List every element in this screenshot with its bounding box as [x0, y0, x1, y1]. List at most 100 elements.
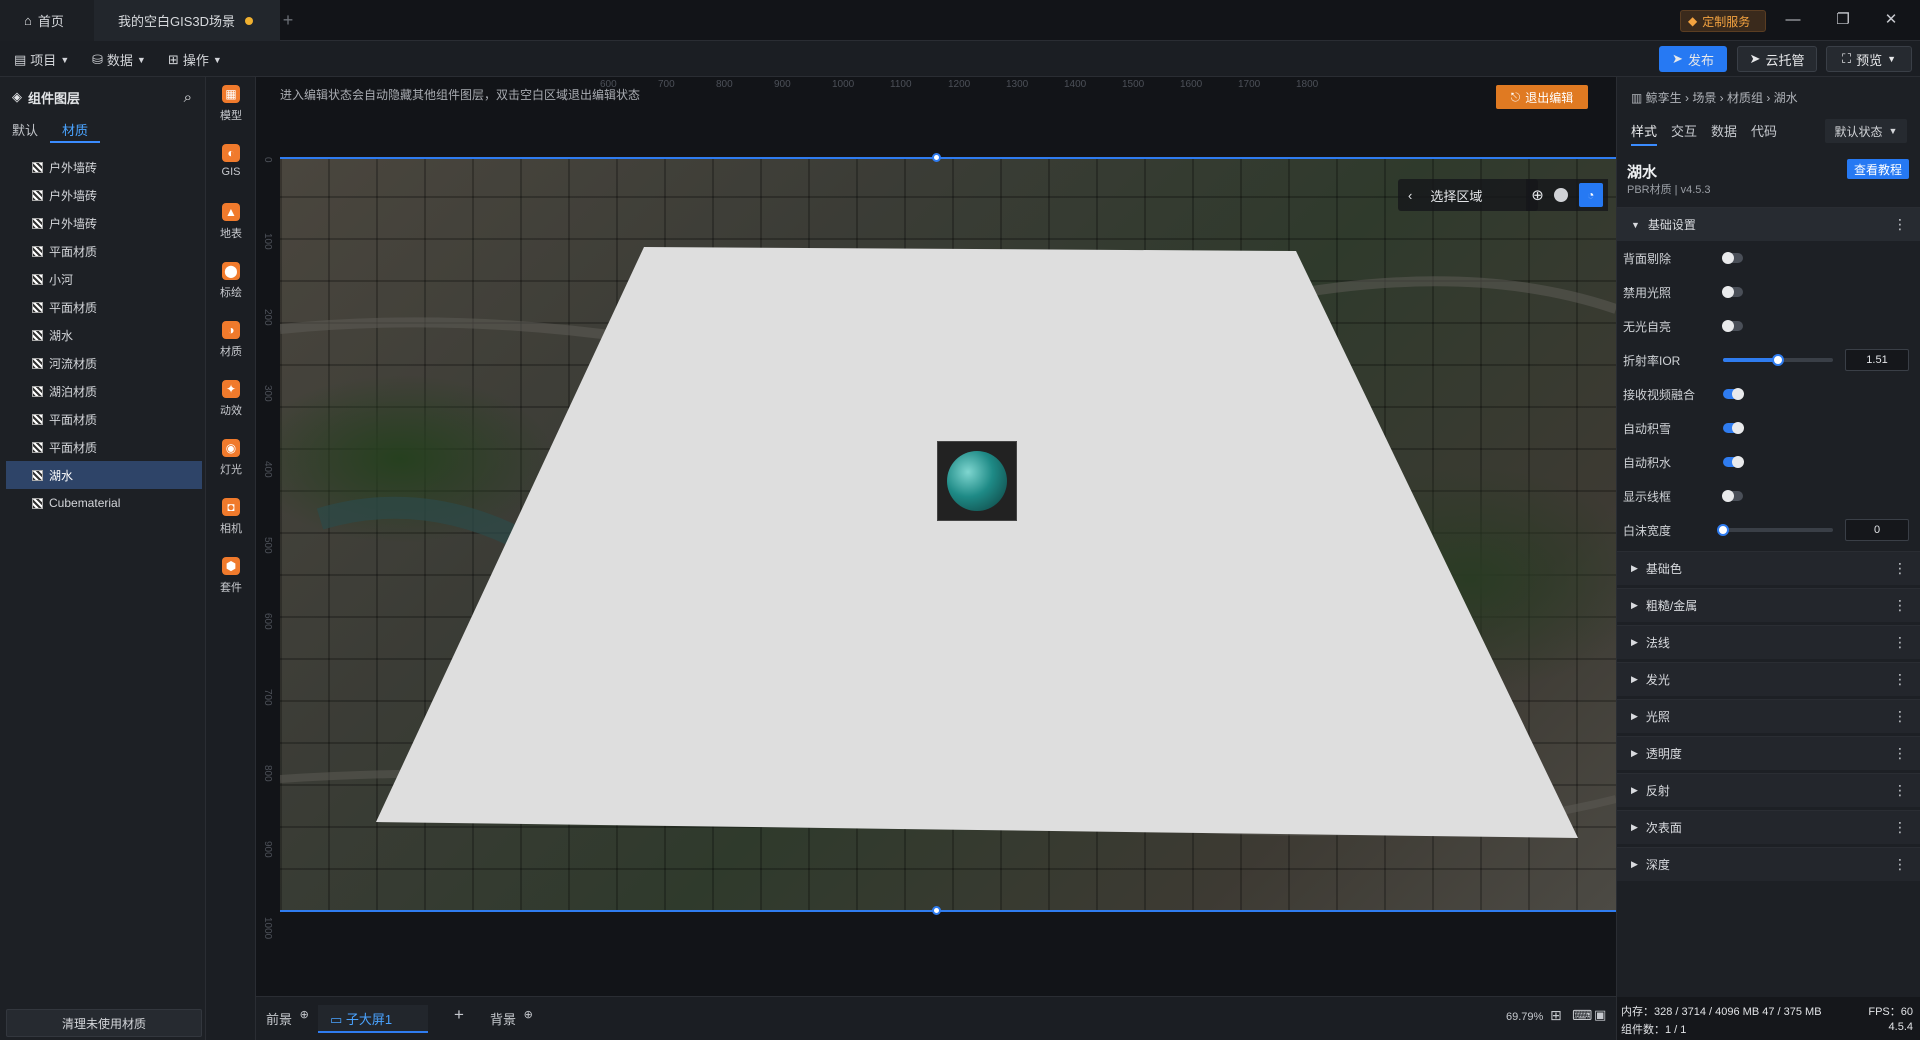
add-circle-icon[interactable]: ⊕	[300, 1009, 309, 1021]
layer-item[interactable]: 户外墙砖	[6, 153, 202, 181]
layer-item[interactable]: 户外墙砖	[6, 181, 202, 209]
breadcrumb-text[interactable]: 鲸孪生 › 场景 › 材质组 › 湖水	[1646, 91, 1798, 105]
number-input[interactable]: 1.51	[1845, 349, 1909, 371]
sphere-solid-icon[interactable]	[1554, 188, 1569, 202]
tab-home[interactable]: ⌂ 首页	[0, 0, 94, 41]
cloud-hosting-button[interactable]: ➤ 云托管	[1737, 46, 1817, 72]
number-input[interactable]: 0	[1845, 519, 1909, 541]
keyboard-icon[interactable]: ⌨	[1572, 1007, 1592, 1024]
component-tool-6[interactable]: ◉ 灯光	[206, 439, 256, 495]
section-header[interactable]: ▶ 深度 ⋮	[1617, 847, 1920, 881]
select-area-label[interactable]: 选择区域	[1430, 186, 1482, 205]
component-tool-3[interactable]: ⬤ 标绘	[206, 262, 256, 318]
slider-knob[interactable]	[1772, 354, 1784, 366]
zoom-level[interactable]: 69.79%	[1506, 1011, 1543, 1023]
tab-default[interactable]: 默认	[0, 121, 50, 143]
layer-item[interactable]: 河流材质	[6, 349, 202, 377]
more-vertical-icon[interactable]: ⋮	[1893, 597, 1907, 614]
tab-sub-screen[interactable]: ▭ 子大屏1	[318, 1005, 428, 1033]
exit-edit-button[interactable]: ⎋ 退出编辑	[1496, 85, 1588, 109]
section-header[interactable]: ▶ 透明度 ⋮	[1617, 736, 1920, 770]
section-header[interactable]: ▶ 次表面 ⋮	[1617, 810, 1920, 844]
tab-data[interactable]: 数据	[1711, 121, 1737, 140]
tab-scene[interactable]: 我的空白GIS3D场景	[94, 0, 280, 41]
layer-item[interactable]: 平面材质	[6, 433, 202, 461]
close-icon[interactable]: ✕	[1878, 8, 1904, 32]
orbit-icon[interactable]: ◔	[1578, 183, 1603, 207]
layer-item[interactable]: 湖泊材质	[6, 377, 202, 405]
material-ball-thumbnail[interactable]	[937, 441, 1017, 521]
tab-material[interactable]: 材质	[50, 121, 101, 143]
layer-item[interactable]: Cubematerial	[6, 489, 202, 517]
tab-code[interactable]: 代码	[1751, 121, 1777, 140]
layer-item[interactable]: 平面材质	[6, 405, 202, 433]
search-icon[interactable]: ⌕	[184, 89, 192, 106]
layer-item[interactable]: 湖水	[6, 461, 202, 489]
view-tutorial-button[interactable]: 查看教程	[1847, 159, 1909, 179]
globe-icon[interactable]: ⊕	[1531, 186, 1544, 204]
component-tool-5[interactable]: ✦ 动效	[206, 380, 256, 436]
section-basic-settings[interactable]: ▼ 基础设置 ⋮	[1617, 207, 1920, 241]
preview-button[interactable]: ⛶ 预览 ▼	[1826, 46, 1912, 72]
minimize-icon[interactable]: —	[1780, 8, 1806, 32]
scene-canvas[interactable]: 600 700 800 900 1000 1100 1200 1300 1400 1500 1600…	[256, 77, 1616, 996]
slider[interactable]	[1717, 524, 1833, 536]
resize-handle-top[interactable]	[932, 153, 941, 162]
component-tool-7[interactable]: ◘ 相机	[206, 498, 256, 554]
component-tool-4[interactable]: ◑ 材质	[206, 321, 256, 377]
toggle-switch[interactable]	[1722, 252, 1743, 264]
add-tab-icon[interactable]: +	[278, 10, 298, 31]
section-header[interactable]: ▶ 粗糙/金属 ⋮	[1617, 588, 1920, 622]
component-tool-1[interactable]: ◐ GIS	[206, 144, 256, 200]
layer-item[interactable]: 平面材质	[6, 237, 202, 265]
menu-data[interactable]: ⛁ 数据 ▼	[92, 50, 146, 69]
toggle-switch[interactable]	[1722, 320, 1743, 332]
tab-style[interactable]: 样式	[1631, 121, 1658, 146]
layer-item[interactable]: 小河	[6, 265, 202, 293]
toggle-switch[interactable]	[1723, 388, 1744, 400]
more-vertical-icon[interactable]: ⋮	[1893, 856, 1907, 873]
more-vertical-icon[interactable]: ⋮	[1893, 671, 1907, 688]
section-header[interactable]: ▶ 反射 ⋮	[1617, 773, 1920, 807]
component-tool-2[interactable]: ▲ 地表	[206, 203, 256, 259]
state-select[interactable]: 默认状态 ▼	[1825, 119, 1907, 143]
component-tool-8[interactable]: ⬢ 套件	[206, 557, 256, 613]
fit-screen-icon[interactable]: ⊞	[1550, 1007, 1562, 1024]
publish-button[interactable]: ➤ 发布	[1659, 46, 1727, 72]
slider[interactable]	[1723, 354, 1833, 366]
resize-handle-bottom[interactable]	[932, 906, 941, 915]
menu-operate[interactable]: ⊞ 操作 ▼	[168, 50, 222, 69]
more-vertical-icon[interactable]: ⋮	[1893, 782, 1907, 799]
more-vertical-icon[interactable]: ⋮	[1893, 708, 1907, 725]
section-header[interactable]: ▶ 光照 ⋮	[1617, 699, 1920, 733]
toggle-switch[interactable]	[1723, 422, 1744, 434]
slider-knob[interactable]	[1717, 524, 1729, 536]
more-vertical-icon[interactable]: ⋮	[1893, 634, 1907, 651]
section-header[interactable]: ▶ 基础色 ⋮	[1617, 551, 1920, 585]
more-vertical-icon[interactable]: ⋮	[1893, 745, 1907, 762]
tab-interaction[interactable]: 交互	[1671, 121, 1697, 140]
section-header[interactable]: ▶ 发光 ⋮	[1617, 662, 1920, 696]
more-vertical-icon[interactable]: ⋮	[1893, 819, 1907, 836]
tab-background[interactable]: 背景 ⊕	[490, 1009, 533, 1028]
more-vertical-icon[interactable]: ⋮	[1893, 216, 1907, 233]
custom-service-button[interactable]: ◆ 定制服务	[1680, 10, 1766, 32]
more-vertical-icon[interactable]: ⋮	[1893, 560, 1907, 577]
restore-icon[interactable]: ❐	[1830, 8, 1856, 32]
add-circle-icon[interactable]: ⊕	[524, 1009, 533, 1021]
section-header[interactable]: ▶ 法线 ⋮	[1617, 625, 1920, 659]
layer-item[interactable]: 平面材质	[6, 293, 202, 321]
satellite-map[interactable]	[280, 159, 1616, 912]
layer-item[interactable]: 湖水	[6, 321, 202, 349]
toggle-switch[interactable]	[1722, 286, 1743, 298]
component-tool-0[interactable]: ▦ 模型	[206, 85, 256, 141]
layer-item[interactable]: 户外墙砖	[6, 209, 202, 237]
toggle-switch[interactable]	[1723, 456, 1744, 468]
terminal-icon[interactable]: ▣	[1594, 1007, 1606, 1023]
lake-water-plane[interactable]	[376, 247, 1578, 838]
add-screen-icon[interactable]: +	[454, 1005, 464, 1025]
menu-project[interactable]: ▤ 项目 ▼	[14, 50, 69, 69]
chevron-left-icon[interactable]: ‹	[1408, 188, 1412, 203]
tab-foreground[interactable]: 前景 ⊕	[266, 1009, 309, 1028]
clear-unused-materials-button[interactable]: 清理未使用材质	[6, 1009, 202, 1037]
